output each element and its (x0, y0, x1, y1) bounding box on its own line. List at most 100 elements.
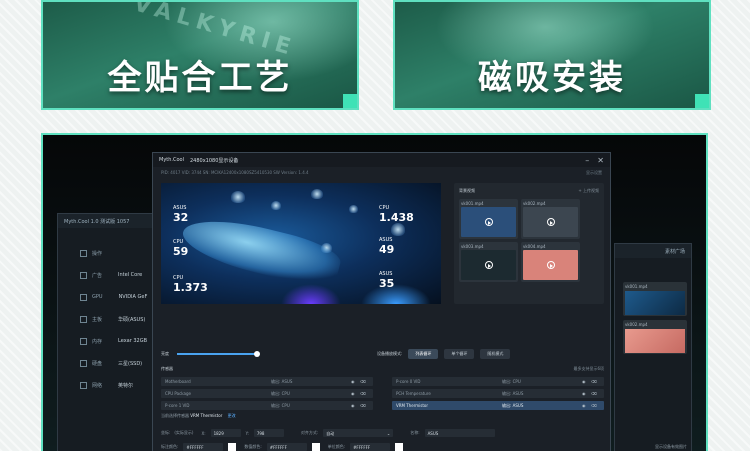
coral-graphic (281, 284, 341, 304)
eye-icon[interactable]: ◉ (582, 391, 591, 396)
display-settings-link[interactable]: 显示设置 (586, 170, 602, 175)
sensor-row[interactable]: VRM Thermistor 输出: ASUS ◉ ⌫ (392, 401, 604, 410)
banner-title-left: 全贴合工艺 (107, 58, 293, 98)
sensor-row[interactable]: PCH Temperature 输出: ASUS ◉ ⌫ (392, 389, 604, 398)
left-window-row[interactable]: 主板 华硕(ASUS) (58, 308, 164, 330)
label-color-swatch[interactable] (228, 443, 237, 451)
mode-list-loop[interactable]: 列表循环 (408, 349, 439, 359)
video-card[interactable]: vk002.mp4 (521, 199, 580, 239)
upload-video-button[interactable]: + 上传视频 (578, 188, 599, 194)
right-card-1-thumb (625, 291, 685, 315)
stat-2: CPU 59 (173, 239, 189, 258)
play-icon[interactable] (484, 261, 493, 269)
delete-icon[interactable]: ⌫ (591, 391, 600, 396)
unit-color-input[interactable]: #FFFFFF (350, 443, 391, 451)
minimize-icon[interactable]: – (585, 156, 589, 165)
y-input[interactable]: 798 (253, 429, 284, 437)
video-card[interactable]: vk004.mp4 (521, 242, 580, 282)
play-icon[interactable] (546, 218, 555, 226)
delete-icon[interactable]: ⌫ (360, 403, 369, 408)
video-thumbnail (523, 250, 578, 280)
row-value: 三星(SSD) (118, 360, 143, 367)
row-value: NVIDIA GeF (118, 294, 148, 300)
sensor-row[interactable]: P-core 1 VID 输出: CPU ◉ ⌫ (161, 401, 373, 410)
right-card-2[interactable]: vk002.mp4 (623, 320, 687, 354)
row-value: Intel Core (118, 272, 143, 278)
screen-preview: ASUS 32 CPU 59 CPU 1.373 CPU 1.438 ASUS … (161, 183, 441, 304)
label-color-input[interactable]: #FFFFFF (183, 443, 224, 451)
eye-icon[interactable]: ◉ (582, 403, 591, 408)
sensor-row[interactable]: CPU Package 输出: CPU ◉ ⌫ (161, 389, 373, 398)
mode-single-loop[interactable]: 单个循环 (444, 349, 475, 359)
sensor-source: 输出: ASUS (502, 402, 524, 408)
video-thumbnail (461, 250, 516, 280)
value-color-input[interactable]: #FFFFFF (266, 443, 307, 451)
sensor-name: P-core 1 VID (165, 403, 190, 408)
left-window-row[interactable]: 硬盘 三星(SSD) (58, 352, 164, 374)
sensor-row[interactable]: Motherboard 输出: ASUS ◉ ⌫ (161, 377, 373, 386)
change-sensor-link[interactable]: 更改 (228, 413, 236, 418)
name-input[interactable]: ASUS (424, 429, 495, 437)
left-window-row[interactable]: 广告 Intel Core (58, 264, 164, 286)
delete-icon[interactable]: ⌫ (591, 379, 600, 384)
stat-6: ASUS 35 (379, 271, 395, 290)
eye-icon[interactable]: ◉ (351, 403, 360, 408)
video-card[interactable]: vk001.mp4 (459, 199, 518, 239)
row-value: Lexar 32GB (118, 338, 148, 344)
device-info-bar: PID: 4017 VID: 3744 SN: MCIKA12400x1080S… (153, 167, 610, 177)
sensor-name: VRM Thermistor (396, 403, 429, 408)
row-icon (80, 271, 87, 279)
right-card-1[interactable]: vk001.mp4 (623, 282, 687, 316)
sensor-name: PCH Temperature (396, 391, 431, 396)
mode-random[interactable]: 随机模式 (480, 349, 511, 359)
play-icon[interactable] (484, 218, 493, 226)
banner-corner (695, 94, 709, 108)
row-label: 广告 (92, 272, 103, 279)
jellyfish-graphic (311, 189, 323, 199)
left-window-row[interactable]: 网络 英特尔 (58, 374, 164, 396)
main-app-window: Myth.Cool 2480x1080显示设备 – ✕ PID: 4017 VI… (152, 152, 611, 451)
delete-icon[interactable]: ⌫ (360, 391, 369, 396)
align-select[interactable]: 自动 ⌄ (323, 429, 394, 437)
stat-4: CPU 1.438 (379, 205, 414, 224)
right-app-window: 素材广场 vk001.mp4 vk002.mp4 显示设备有效图片 (614, 243, 692, 451)
device-info: PID: 4017 VID: 3744 SN: MCIKA12400x1080S… (161, 170, 309, 175)
sensor-source: 输出: CPU (502, 378, 521, 384)
stat-1: ASUS 32 (173, 205, 189, 224)
playback-controls: 亮度 设备播放模式: 列表循环 单个循环 随机模式 (161, 349, 604, 359)
jellyfish-graphic (271, 201, 281, 210)
left-window-row[interactable]: GPU NVIDIA GeF (58, 286, 164, 308)
left-window-row[interactable]: 操作 (58, 242, 164, 264)
row-label: 内存 (92, 338, 103, 345)
delete-icon[interactable]: ⌫ (360, 379, 369, 384)
left-window-row[interactable]: 内存 Lexar 32GB (58, 330, 164, 352)
right-card-2-name: vk002.mp4 (625, 322, 648, 327)
eye-icon[interactable]: ◉ (351, 391, 360, 396)
sensor-panel: 传感器 最多支持显示6项 Motherboard 输出: ASUS ◉ ⌫ P-core… (161, 366, 604, 410)
chevron-down-icon: ⌄ (386, 431, 391, 436)
row-label: 网络 (92, 382, 103, 389)
video-name: vk001.mp4 (461, 201, 484, 206)
video-card[interactable]: vk003.mp4 (459, 242, 518, 282)
row-icon (80, 293, 87, 301)
selected-sensor-name: VRM Thermistor (190, 413, 223, 418)
eye-icon[interactable]: ◉ (582, 379, 591, 384)
delete-icon[interactable]: ⌫ (591, 403, 600, 408)
brightness-slider[interactable] (177, 351, 260, 357)
value-color-swatch[interactable] (311, 443, 320, 451)
stat-5: ASUS 49 (379, 237, 395, 256)
sensor-row[interactable]: P-core 0 VID 输出: CPU ◉ ⌫ (392, 377, 604, 386)
close-icon[interactable]: ✕ (597, 156, 604, 165)
eye-icon[interactable]: ◉ (351, 379, 360, 384)
play-icon[interactable] (546, 261, 555, 269)
x-input[interactable]: 1829 (210, 429, 241, 437)
unit-color-swatch[interactable] (395, 443, 404, 451)
row-value: 英特尔 (118, 382, 134, 389)
sensor-name: CPU Package (165, 391, 191, 396)
slider-knob[interactable] (254, 351, 260, 357)
sensor-limit-hint: 最多支持显示6项 (573, 366, 604, 371)
row-icon (80, 337, 87, 345)
sensor-source: 输出: ASUS (271, 378, 293, 384)
video-name: vk004.mp4 (523, 244, 546, 249)
sensor-title: 传感器 (161, 366, 173, 371)
